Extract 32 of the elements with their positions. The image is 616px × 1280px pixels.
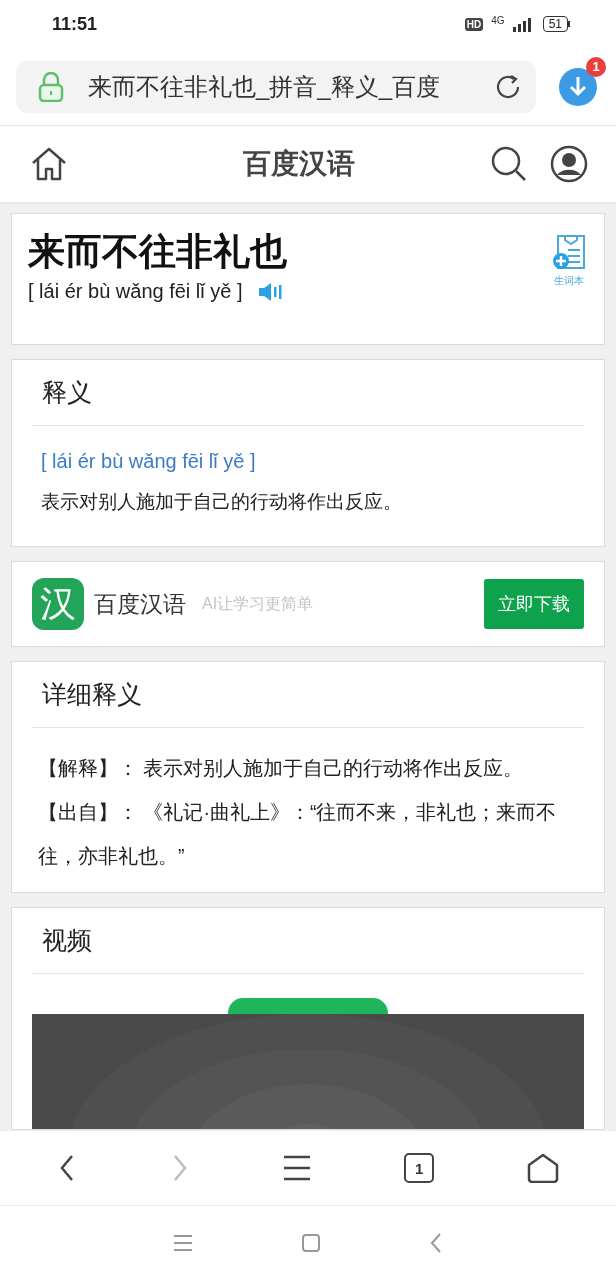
clock: 11:51 [52,13,98,35]
app-logo: 汉 [32,578,84,630]
network-type: 4G [491,16,505,26]
home-icon[interactable] [30,146,68,182]
pinyin-link[interactable]: [ lái ér bù wǎng fēi lǐ yě ] [41,450,584,473]
home-button-icon[interactable] [301,1233,321,1253]
pinyin: [ lái ér bù wǎng fēi lǐ yě ] [28,280,243,303]
speaker-icon[interactable] [256,280,283,303]
page-title: 来而不往非礼也_拼音_释义_百度 [88,71,442,102]
download-button[interactable]: 立即下载 [484,579,584,629]
address-bar[interactable]: 来而不往非礼也_拼音_释义_百度 [16,60,536,113]
notification-badge: 1 [586,56,606,77]
section-heading: 视频 [32,908,584,974]
app-slogan: AI让学习更简单 [202,593,315,614]
wordbook-button[interactable]: 生词本 [552,234,586,344]
lock-icon [38,71,64,102]
menu-icon[interactable] [282,1155,311,1181]
hd-badge: HD [464,17,484,31]
detail-paragraph: 【出自】： 《礼记·曲礼上》：“往而不来，非礼也；来而不往，亦非礼也。” [38,800,558,869]
user-icon[interactable] [550,145,588,183]
detail-paragraph: 【解释】： 表示对别人施加于自己的行动将作出反应。 [38,756,525,781]
search-icon[interactable] [490,145,528,183]
definition-text: 表示对别人施加于自己的行动将作出反应。 [41,490,403,514]
home-icon[interactable] [527,1153,560,1183]
section-heading: 详细释义 [32,662,584,728]
reload-icon[interactable] [494,72,522,101]
app-name: 百度汉语 [94,589,186,619]
battery-icon: 51 [542,16,570,32]
section-heading: 释义 [32,360,584,426]
site-title: 百度汉语 [242,147,356,181]
word-title: 来而不往非礼也 [28,230,287,274]
tabs-button[interactable]: 1 [404,1153,435,1183]
